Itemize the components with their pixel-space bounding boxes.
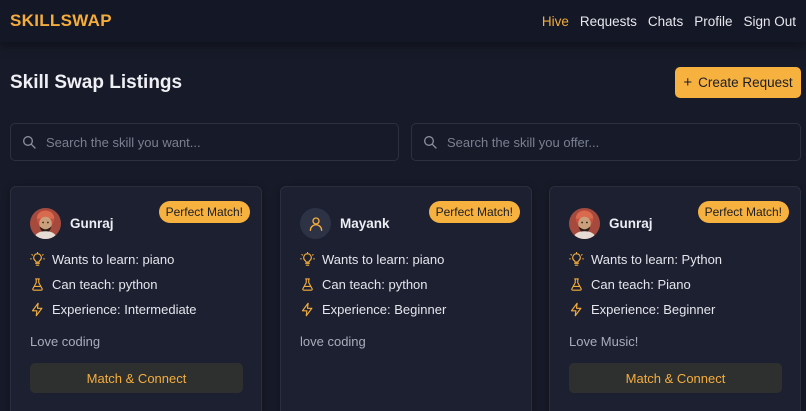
search-offer-container — [411, 123, 801, 161]
nav-sign-out[interactable]: Sign Out — [743, 14, 796, 29]
search-want-input[interactable] — [46, 134, 386, 150]
match-connect-button[interactable]: Match & Connect — [30, 363, 243, 393]
bio-text: Love Music! — [569, 334, 639, 349]
experience-row: Experience: Beginner — [569, 302, 715, 317]
create-request-label: Create Request — [698, 75, 793, 90]
avatar — [300, 208, 331, 239]
can-teach-text: Can teach: Piano — [591, 277, 691, 292]
wants-to-learn-text: Wants to learn: Python — [591, 252, 723, 267]
bio-text: Love coding — [30, 334, 101, 349]
search-icon — [422, 134, 438, 150]
flask-icon — [569, 277, 584, 292]
can-teach-row: Can teach: Piano — [569, 277, 691, 292]
flask-icon — [300, 277, 315, 292]
experience-row: Experience: Intermediate — [30, 302, 197, 317]
avatar-photo — [30, 208, 61, 239]
flask-icon — [30, 277, 45, 292]
nav-hive[interactable]: Hive — [542, 14, 569, 29]
navbar: SKILLSWAP Hive Requests Chats Profile Si… — [0, 0, 806, 42]
search-offer-input[interactable] — [447, 134, 787, 150]
avatar — [569, 208, 600, 239]
user-name: Gunraj — [609, 216, 653, 231]
search-icon — [21, 134, 37, 150]
user-name: Gunraj — [70, 216, 114, 231]
avatar-photo — [569, 208, 600, 239]
nav-requests[interactable]: Requests — [580, 14, 637, 29]
lightbulb-icon — [569, 252, 584, 267]
wants-to-learn-text: Wants to learn: piano — [322, 252, 445, 267]
nav-links: Hive Requests Chats Profile Sign Out — [542, 14, 796, 29]
nav-profile[interactable]: Profile — [694, 14, 732, 29]
wants-to-learn-row: Wants to learn: piano — [30, 252, 174, 267]
brand-logo[interactable]: SKILLSWAP — [10, 11, 112, 31]
lightning-icon — [300, 302, 315, 317]
search-want-container — [10, 123, 399, 161]
listing-card: Gunraj Perfect Match! Wants to learn: pi… — [10, 186, 262, 411]
wants-to-learn-text: Wants to learn: piano — [52, 252, 175, 267]
wants-to-learn-row: Wants to learn: piano — [300, 252, 444, 267]
can-teach-row: Can teach: python — [30, 277, 158, 292]
can-teach-text: Can teach: python — [52, 277, 158, 292]
can-teach-text: Can teach: python — [322, 277, 428, 292]
experience-text: Experience: Beginner — [591, 302, 716, 317]
listing-card: Mayank Perfect Match! Wants to learn: pi… — [280, 186, 532, 411]
nav-chats[interactable]: Chats — [648, 14, 683, 29]
perfect-match-badge: Perfect Match! — [428, 201, 520, 223]
lightbulb-icon — [30, 252, 45, 267]
lightning-icon — [30, 302, 45, 317]
experience-row: Experience: Beginner — [300, 302, 446, 317]
perfect-match-badge: Perfect Match! — [697, 201, 789, 223]
match-connect-button[interactable]: Match & Connect — [569, 363, 782, 393]
perfect-match-badge: Perfect Match! — [158, 201, 250, 223]
create-request-button[interactable]: + Create Request — [675, 67, 801, 98]
listing-card: Gunraj Perfect Match! Wants to learn: Py… — [549, 186, 801, 411]
page-title: Skill Swap Listings — [10, 72, 183, 93]
experience-text: Experience: Intermediate — [52, 302, 197, 317]
bio-text: love coding — [300, 334, 366, 349]
user-icon — [307, 215, 325, 233]
avatar — [30, 208, 61, 239]
lightning-icon — [569, 302, 584, 317]
wants-to-learn-row: Wants to learn: Python — [569, 252, 722, 267]
experience-text: Experience: Beginner — [322, 302, 447, 317]
user-name: Mayank — [340, 216, 390, 231]
lightbulb-icon — [300, 252, 315, 267]
can-teach-row: Can teach: python — [300, 277, 428, 292]
plus-icon: + — [683, 74, 693, 91]
